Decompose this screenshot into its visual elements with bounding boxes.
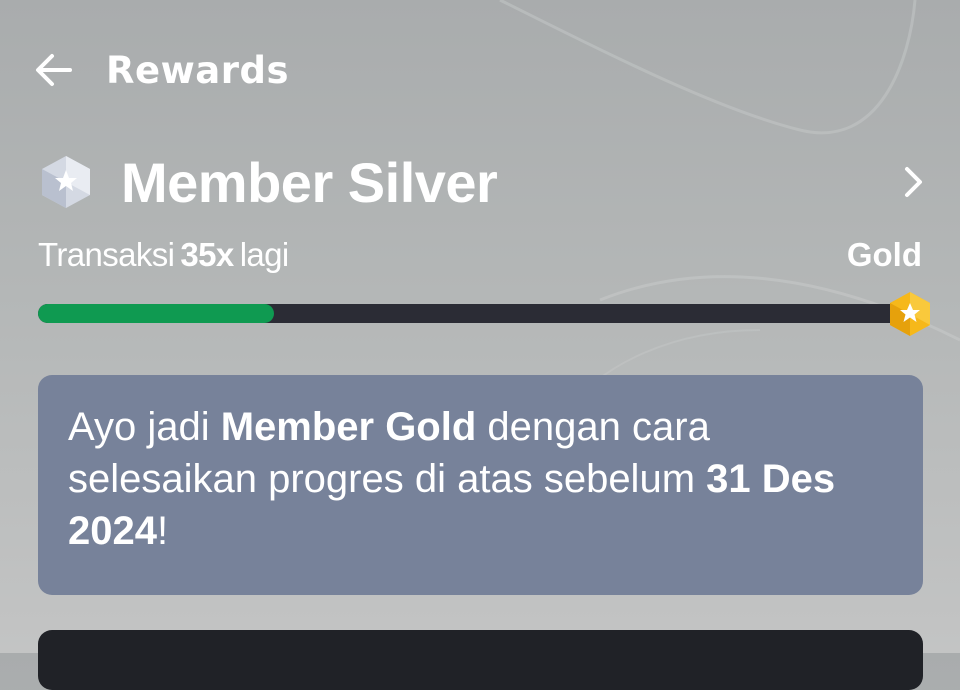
- info-text-3: !: [156, 509, 169, 553]
- info-text-1: Ayo jadi: [68, 405, 221, 449]
- next-tier-label: Gold: [846, 236, 922, 273]
- progress-fill: [38, 304, 274, 323]
- chevron-right-icon[interactable]: [898, 162, 928, 202]
- transactions-remaining: Transaksi 35x lagi: [38, 236, 289, 274]
- info-highlight-tier: Member Gold: [220, 405, 477, 449]
- membership-tier-row[interactable]: Member Silver: [38, 142, 928, 222]
- tier-name: Member Silver: [121, 150, 498, 214]
- page-title: Rewards: [106, 48, 289, 92]
- progress-prefix: Transaksi: [38, 236, 175, 273]
- header: Rewards: [36, 40, 289, 100]
- transactions-count: 35x: [180, 236, 234, 273]
- progress-bar: [38, 304, 912, 323]
- arrow-left-icon: [36, 54, 72, 86]
- progress-labels: Transaksi 35x lagi Gold: [38, 232, 922, 278]
- gold-hexagon-star-icon: [890, 292, 930, 336]
- silver-hexagon-star-icon: [38, 152, 94, 212]
- bottom-card[interactable]: [38, 630, 923, 690]
- back-button[interactable]: [32, 48, 76, 92]
- progress-suffix: lagi: [239, 236, 290, 273]
- upgrade-info-card: Ayo jadi Member Gold dengan cara selesai…: [38, 375, 923, 595]
